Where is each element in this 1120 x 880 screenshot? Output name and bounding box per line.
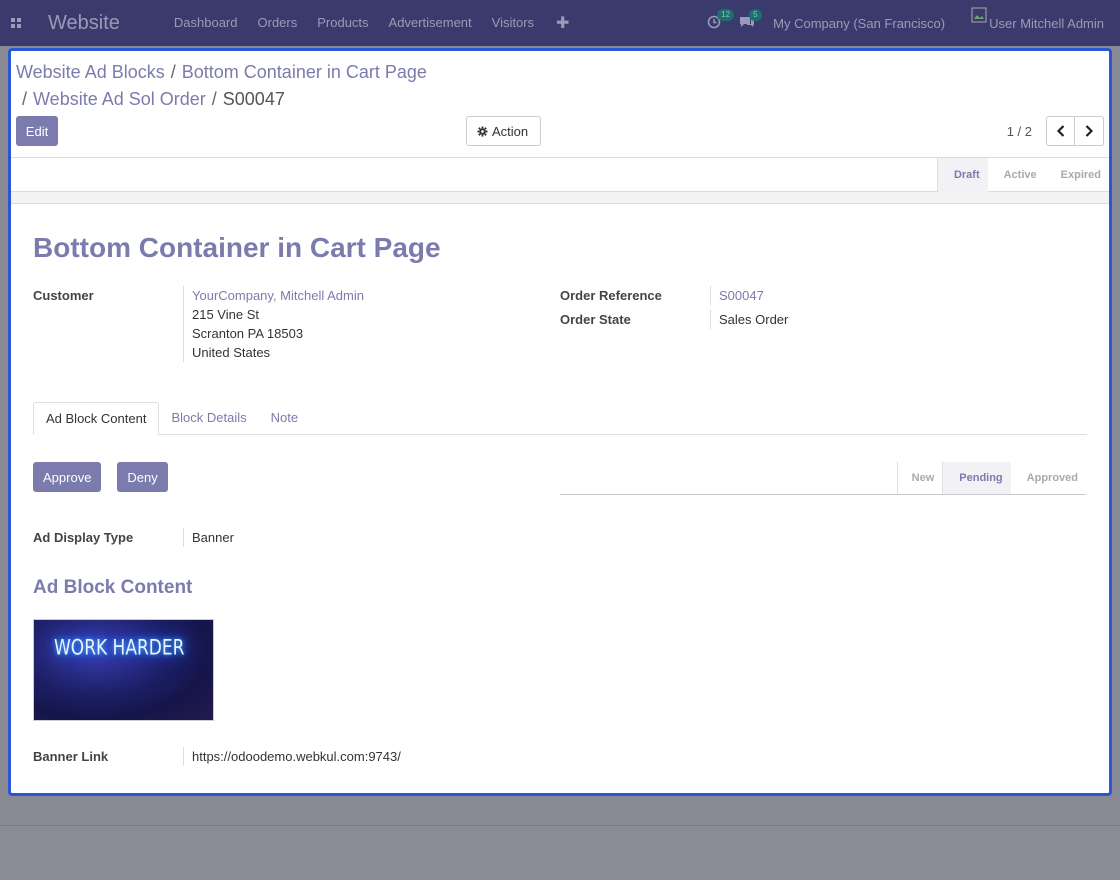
apps-menu-icon[interactable] xyxy=(0,0,32,46)
approval-status-pending[interactable]: Pending xyxy=(942,462,1011,494)
control-panel: Website Ad Blocks / Bottom Container in Ca… xyxy=(11,51,1109,158)
menu-visitors[interactable]: Visitors xyxy=(482,0,544,46)
pager-value[interactable]: 1 / 2 xyxy=(1007,124,1032,139)
breadcrumb-current: S00047 xyxy=(222,89,285,109)
chevron-left-icon xyxy=(1056,125,1064,137)
messages-icon[interactable]: 5 xyxy=(739,8,762,32)
user-name: Mitchell Admin xyxy=(1020,15,1104,31)
breadcrumb-item-ad-blocks[interactable]: Website Ad Blocks xyxy=(16,62,165,82)
tab-note[interactable]: Note xyxy=(259,402,310,434)
messages-count-badge: 5 xyxy=(749,8,762,21)
record-title: Bottom Container in Cart Page xyxy=(33,232,441,263)
tab-content: Approve Deny New Pending Approved Ad Dis… xyxy=(33,462,1087,766)
ad-banner-image[interactable]: WORK HARDER xyxy=(33,619,214,721)
approval-status-bar: New Pending Approved xyxy=(560,462,1086,495)
menu-dashboard[interactable]: Dashboard xyxy=(164,0,248,46)
customer-address-line1: 215 Vine St xyxy=(192,307,259,322)
activity-count-badge: 12 xyxy=(717,8,735,21)
ad-image-text: WORK HARDER xyxy=(54,635,185,661)
order-state-label: Order State xyxy=(560,312,631,327)
breadcrumb-separator: / xyxy=(211,89,217,109)
pager-next-button[interactable] xyxy=(1075,116,1104,146)
customer-address-line2: Scranton PA 18503 xyxy=(192,326,304,341)
approve-button[interactable]: Approve xyxy=(33,462,102,492)
pager: 1 / 2 xyxy=(1007,116,1104,146)
plus-icon[interactable]: ✚ xyxy=(556,13,569,33)
banner-link-value: https://odoodemo.webkul.com:9743/ xyxy=(183,747,401,766)
tab-block-details[interactable]: Block Details xyxy=(159,402,258,434)
breadcrumb-separator: / xyxy=(170,62,176,82)
sheet-band xyxy=(11,192,1109,204)
ad-block-content-heading: Ad Block Content xyxy=(33,577,193,598)
customer-label: Customer xyxy=(33,288,94,303)
activity-icon[interactable]: 12 xyxy=(707,8,735,32)
form-dialog: Website Ad Blocks / Bottom Container in Ca… xyxy=(8,48,1112,796)
deny-button[interactable]: Deny xyxy=(117,462,168,492)
status-active[interactable]: Active xyxy=(988,158,1045,192)
chevron-right-icon xyxy=(1085,125,1094,137)
pager-previous-button[interactable] xyxy=(1046,116,1075,146)
menu-advertisement[interactable]: Advertisement xyxy=(379,0,482,46)
breadcrumb-item-ad-block[interactable]: Bottom Container in Cart Page xyxy=(182,62,427,82)
tab-ad-block-content[interactable]: Ad Block Content xyxy=(33,402,160,435)
avatar xyxy=(971,7,987,23)
customer-field: YourCompany, Mitchell Admin 215 Vine St … xyxy=(183,286,364,362)
breadcrumb-separator: / xyxy=(22,89,28,109)
status-draft[interactable]: Draft xyxy=(936,158,988,192)
order-reference-label: Order Reference xyxy=(560,288,662,303)
menu-products[interactable]: Products xyxy=(307,0,378,46)
order-state-value: Sales Order xyxy=(710,310,788,329)
top-navbar: Website Dashboard Orders Products Advert… xyxy=(0,0,1120,46)
main-menu: Dashboard Orders Products Advertisement … xyxy=(164,0,544,46)
menu-orders[interactable]: Orders xyxy=(248,0,308,46)
action-label: Action xyxy=(492,123,529,139)
ad-display-type-value: Banner xyxy=(183,528,234,547)
approval-status-new[interactable]: New xyxy=(896,462,943,494)
order-reference-link[interactable]: S00047 xyxy=(719,288,764,303)
edit-button[interactable]: Edit xyxy=(16,116,58,146)
action-button[interactable]: Action xyxy=(466,116,542,146)
app-brand[interactable]: Website xyxy=(48,12,120,35)
breadcrumb-item-sol-order[interactable]: Website Ad Sol Order xyxy=(33,89,206,109)
approval-status-approved[interactable]: Approved xyxy=(1011,462,1086,494)
customer-address-line3: United States xyxy=(192,345,271,360)
status-bar: Draft Active Expired xyxy=(11,158,1109,192)
status-expired[interactable]: Expired xyxy=(1045,158,1109,192)
breadcrumb: Website Ad Blocks / Bottom Container in Ca… xyxy=(16,59,1104,113)
customer-link[interactable]: YourCompany, Mitchell Admin xyxy=(192,288,364,303)
notebook-tabs: Ad Block Content Block Details Note xyxy=(33,402,1087,435)
avatar-alt-text: User xyxy=(989,15,1017,31)
ad-display-type-label: Ad Display Type xyxy=(33,530,134,545)
company-switcher[interactable]: My Company (San Francisco) xyxy=(773,16,945,31)
user-menu[interactable]: User Mitchell Admin xyxy=(971,7,1104,31)
banner-link-label: Banner Link xyxy=(33,749,109,764)
gear-icon xyxy=(477,125,488,137)
form-sheet: Bottom Container in Cart Page Customer Y… xyxy=(11,232,1109,766)
